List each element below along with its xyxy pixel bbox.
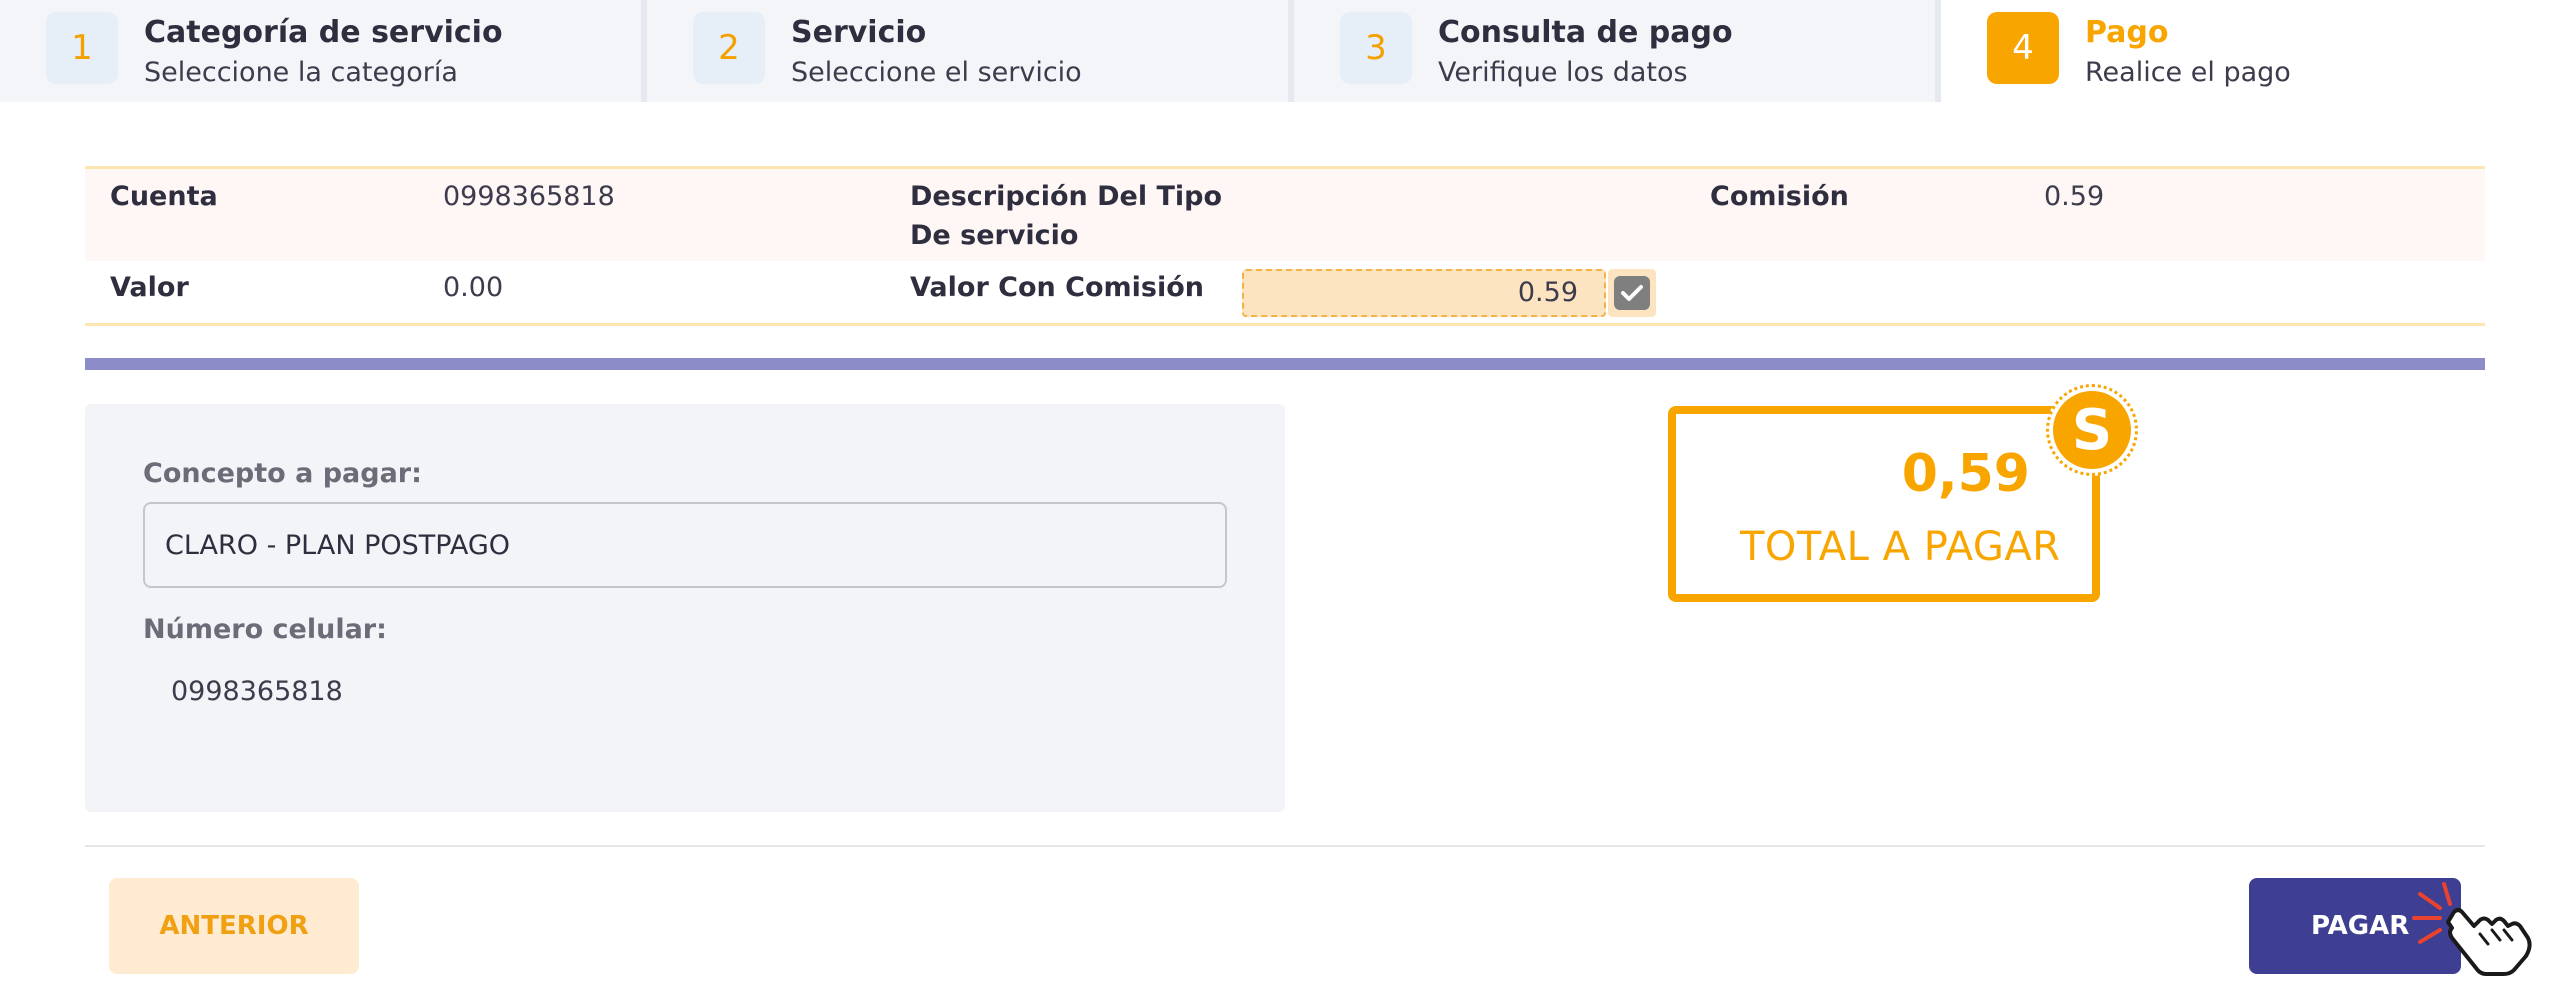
step-1-subtitle: Seleccione la categoría (144, 57, 458, 88)
celular-label: Número celular: (143, 614, 387, 645)
step-2[interactable]: 2 Servicio Seleccione el servicio (647, 0, 1296, 102)
section-divider (85, 358, 2485, 370)
celular-value: 0998365818 (171, 676, 343, 707)
stepper: 1 Categoría de servicio Seleccione la ca… (0, 0, 2556, 102)
step-2-subtitle: Seleccione el servicio (791, 57, 1082, 88)
total-box: 0,59 TOTAL A PAGAR (1668, 406, 2100, 602)
payment-details: Cuenta 0998365818 Descripción Del Tipo D… (85, 166, 2485, 326)
step-4-title: Pago (2085, 15, 2169, 50)
hand-pointer-icon (2412, 882, 2532, 976)
descripcion-label-line1: Descripción Del Tipo (910, 181, 1223, 212)
coin-symbol: S (2053, 391, 2131, 469)
concepto-input[interactable] (143, 502, 1227, 588)
concept-panel: Concepto a pagar: Número celular: 099836… (85, 404, 1285, 812)
step-1-title: Categoría de servicio (144, 15, 503, 50)
dollar-coin-icon: S (2046, 384, 2138, 476)
cuenta-label: Cuenta (110, 181, 218, 212)
total-label: TOTAL A PAGAR (1740, 524, 2061, 570)
comision-value: 0.59 (2044, 181, 2105, 212)
valor-comision-field[interactable]: 0.59 (1242, 269, 1606, 317)
concepto-label: Concepto a pagar: (143, 458, 422, 489)
valor-label: Valor (110, 272, 189, 303)
step-3-title: Consulta de pago (1438, 15, 1733, 50)
previous-button[interactable]: ANTERIOR (109, 878, 359, 974)
step-4-subtitle: Realice el pago (2085, 57, 2291, 88)
step-1-number: 1 (46, 12, 118, 84)
step-1[interactable]: 1 Categoría de servicio Seleccione la ca… (0, 0, 649, 102)
total-amount: 0,59 (1901, 444, 2030, 504)
step-4-number: 4 (1987, 12, 2059, 84)
confirm-commission-button[interactable] (1608, 269, 1656, 317)
footer-divider (85, 845, 2485, 847)
step-3[interactable]: 3 Consulta de pago Verifique los datos (1294, 0, 1943, 102)
check-icon (1614, 276, 1650, 310)
comision-label: Comisión (1710, 181, 1849, 212)
cuenta-value: 0998365818 (443, 181, 615, 212)
step-4[interactable]: 4 Pago Realice el pago (1941, 0, 2556, 102)
step-2-number: 2 (693, 12, 765, 84)
step-2-title: Servicio (791, 15, 927, 50)
step-3-number: 3 (1340, 12, 1412, 84)
step-3-subtitle: Verifique los datos (1438, 57, 1688, 88)
descripcion-label-line2: De servicio (910, 220, 1079, 251)
valor-value: 0.00 (443, 272, 504, 303)
valor-comision-label: Valor Con Comisión (910, 272, 1204, 303)
